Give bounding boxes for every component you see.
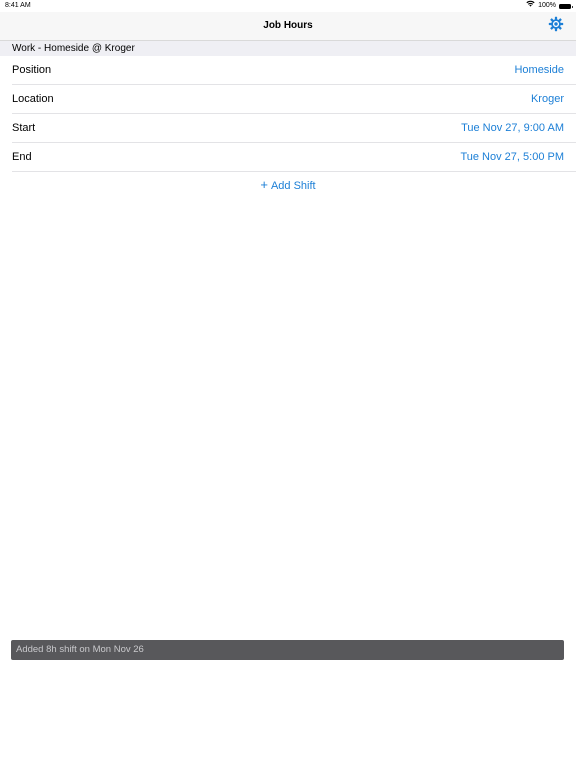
status-time: 8:41 AM <box>5 2 31 9</box>
row-position[interactable]: Position Homeside <box>0 56 576 85</box>
navigation-bar: Job Hours <box>0 12 576 41</box>
row-end[interactable]: End Tue Nov 27, 5:00 PM <box>0 143 576 172</box>
row-label: Position <box>12 64 52 76</box>
status-bar: 8:41 AM 100% <box>0 0 576 12</box>
page-title: Job Hours <box>263 20 313 31</box>
add-shift-label: Add Shift <box>270 180 316 192</box>
plus-icon: + <box>260 177 268 192</box>
status-indicators: 100% <box>526 0 573 12</box>
battery-icon <box>559 3 573 9</box>
battery-percent: 100% <box>538 2 556 9</box>
gear-icon <box>548 16 564 37</box>
row-value: Tue Nov 27, 9:00 AM <box>461 122 564 134</box>
row-location[interactable]: Location Kroger <box>0 85 576 114</box>
row-value: Kroger <box>530 93 564 105</box>
section-title: Work - Homeside @ Kroger <box>12 43 135 54</box>
row-label: End <box>12 151 32 163</box>
row-value: Homeside <box>514 64 564 76</box>
wifi-icon <box>526 0 535 12</box>
toast-message: Added 8h shift on Mon Nov 26 <box>16 644 144 655</box>
row-value: Tue Nov 27, 5:00 PM <box>460 151 564 163</box>
row-label: Start <box>12 122 36 134</box>
row-label: Location <box>12 93 54 105</box>
row-start[interactable]: Start Tue Nov 27, 9:00 AM <box>0 114 576 143</box>
settings-button[interactable] <box>546 16 566 36</box>
add-shift-button[interactable]: + Add Shift <box>0 176 576 194</box>
toast-notification: Added 8h shift on Mon Nov 26 <box>11 640 564 660</box>
section-header: Work - Homeside @ Kroger <box>0 41 576 56</box>
